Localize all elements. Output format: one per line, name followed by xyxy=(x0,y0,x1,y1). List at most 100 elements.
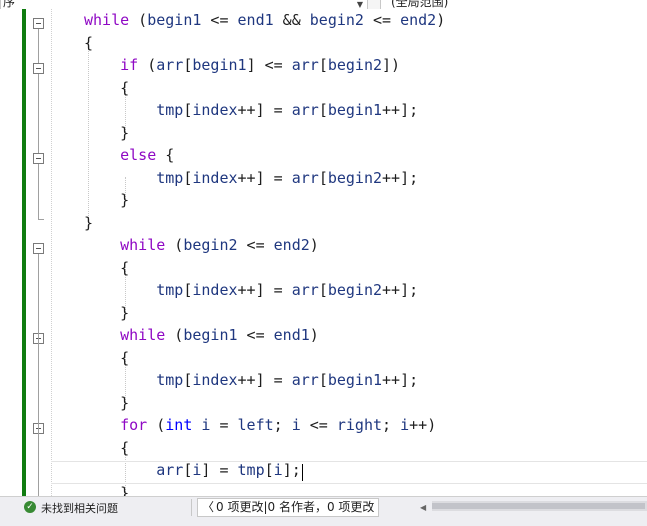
code-token: { xyxy=(156,146,175,164)
code-token: begin1 xyxy=(183,326,238,344)
code-line[interactable]: tmp[index++] = arr[begin1++]; xyxy=(84,99,445,122)
scope-dropdown[interactable]: 序 ▼ xyxy=(0,0,368,9)
navigation-bar: 序 ▼ (全局范围) xyxy=(0,0,647,9)
code-token: arr xyxy=(156,56,184,74)
code-token: } xyxy=(84,191,130,209)
code-line[interactable]: } xyxy=(84,482,445,497)
code-line[interactable]: while (begin2 <= end2) xyxy=(84,234,445,257)
code-token: ]; xyxy=(400,101,419,119)
member-dropdown[interactable]: (全局范围) xyxy=(380,0,647,9)
code-line[interactable]: } xyxy=(84,302,445,325)
code-token: begin2 xyxy=(327,56,383,74)
chevron-down-icon: ▼ xyxy=(356,0,363,9)
code-token: arr xyxy=(291,101,319,119)
code-token: ] xyxy=(255,281,265,299)
collapse-icon[interactable] xyxy=(33,243,44,254)
code-token: index xyxy=(192,101,238,119)
collapse-icon[interactable] xyxy=(33,63,44,74)
scroll-left-icon[interactable]: ◀ xyxy=(420,503,426,512)
code-line[interactable]: tmp[index++] = arr[begin1++]; xyxy=(84,369,445,392)
issues-status[interactable]: 未找到相关问题 xyxy=(41,500,118,516)
code-token: ]; xyxy=(282,461,301,479)
code-token: arr xyxy=(291,281,319,299)
code-token: for xyxy=(120,416,148,434)
code-token: ++ xyxy=(382,371,401,389)
code-token: while xyxy=(120,236,166,254)
code-token: <= xyxy=(237,326,274,344)
outline-end xyxy=(38,219,44,220)
code-token: ) xyxy=(309,236,319,254)
code-token: ++ xyxy=(409,416,428,434)
git-changes-indicator[interactable]: 〈 0 项更改|0 名作者，0 项更改 xyxy=(197,498,380,517)
scrollbar-thumb[interactable] xyxy=(432,503,645,509)
code-line[interactable]: for (int i = left; i <= right; i++) xyxy=(84,414,445,437)
code-token: end1 xyxy=(273,326,310,344)
code-token: ++ xyxy=(237,281,256,299)
code-token: index xyxy=(192,168,238,187)
code-line[interactable]: while (begin1 <= end1 && begin2 <= end2) xyxy=(84,9,445,32)
code-token: i xyxy=(291,416,301,434)
code-line[interactable]: { xyxy=(84,347,445,370)
collapse-icon[interactable] xyxy=(33,18,44,29)
code-text[interactable]: while (begin1 <= end1 && begin2 <= end2)… xyxy=(84,9,445,496)
code-token: <= xyxy=(300,416,337,434)
code-token: ] xyxy=(255,371,265,389)
code-line[interactable]: } xyxy=(84,392,445,415)
code-token: i xyxy=(400,416,410,434)
code-token: ( xyxy=(147,416,166,434)
status-divider xyxy=(191,499,192,516)
code-line[interactable]: while (begin1 <= end1) xyxy=(84,324,445,347)
code-token: begin1 xyxy=(192,56,247,74)
code-token: = xyxy=(264,101,292,119)
code-token: ]) xyxy=(382,56,401,74)
code-token: = xyxy=(210,416,238,434)
code-token: <= xyxy=(363,11,401,29)
code-line[interactable]: } xyxy=(84,189,445,212)
code-token: tmp xyxy=(237,461,265,479)
code-line[interactable]: arr[i] = tmp[i]; xyxy=(84,459,445,482)
code-line[interactable]: tmp[index++] = arr[begin2++]; xyxy=(84,279,445,302)
outlining-margin xyxy=(51,9,52,496)
code-token: index xyxy=(192,371,238,389)
code-token: while xyxy=(84,11,130,29)
code-token: ) xyxy=(309,326,319,344)
code-token: begin2 xyxy=(327,168,383,187)
code-line[interactable]: { xyxy=(84,32,445,55)
code-line[interactable]: { xyxy=(84,77,445,100)
code-token: ]; xyxy=(400,371,419,389)
code-line[interactable]: } xyxy=(84,122,445,145)
code-line[interactable]: { xyxy=(84,257,445,280)
code-line[interactable]: else { xyxy=(84,144,445,167)
changes-text: 0 项更改|0 名作者，0 项更改 xyxy=(216,500,375,514)
code-line[interactable]: } xyxy=(84,212,445,235)
code-token: ]; xyxy=(400,168,419,187)
horizontal-scrollbar[interactable] xyxy=(432,501,647,511)
code-token: [ xyxy=(318,281,328,299)
code-token: { xyxy=(84,33,94,52)
code-editor[interactable]: while (begin1 <= end1 && begin2 <= end2)… xyxy=(0,9,647,496)
code-token: ] xyxy=(255,168,265,187)
code-token: <= xyxy=(255,56,292,74)
code-token: [ xyxy=(318,168,328,187)
code-token: arr xyxy=(291,371,319,389)
code-token: [ xyxy=(318,371,328,389)
code-token: tmp xyxy=(156,371,184,389)
check-circle-icon: ✓ xyxy=(24,501,36,513)
code-token: ++ xyxy=(382,281,401,299)
code-token: right xyxy=(336,416,383,434)
outline-guide xyxy=(38,254,39,496)
code-token: = xyxy=(210,461,238,479)
code-token: } xyxy=(84,123,130,142)
code-token: ; xyxy=(382,416,401,434)
code-token: begin1 xyxy=(327,101,383,119)
editor-status-bar: ✓ 未找到相关问题 〈 0 项更改|0 名作者，0 项更改 ◀ xyxy=(0,496,647,526)
code-token: } xyxy=(84,483,130,497)
code-line[interactable]: if (arr[begin1] <= arr[begin2]) xyxy=(84,54,445,77)
collapse-icon[interactable] xyxy=(33,153,44,164)
code-line[interactable]: { xyxy=(84,437,445,460)
code-line[interactable]: tmp[index++] = arr[begin2++]; xyxy=(84,167,445,190)
